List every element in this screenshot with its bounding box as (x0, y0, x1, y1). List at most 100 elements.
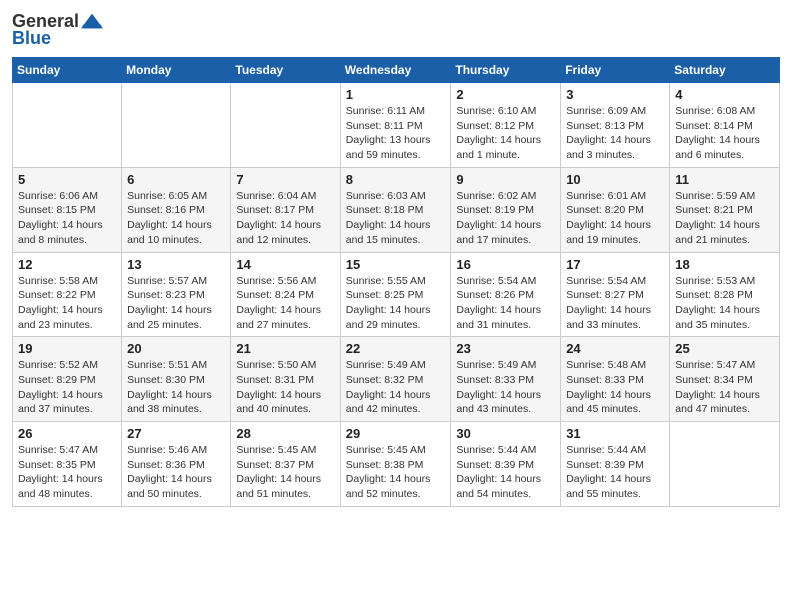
day-number: 27 (127, 426, 225, 441)
day-number: 28 (236, 426, 334, 441)
day-number: 5 (18, 172, 116, 187)
calendar-cell: 12 Sunrise: 5:58 AMSunset: 8:22 PMDayligh… (13, 252, 122, 337)
calendar-cell: 14 Sunrise: 5:56 AMSunset: 8:24 PMDayligh… (231, 252, 340, 337)
day-info: Sunrise: 6:11 AMSunset: 8:11 PMDaylight:… (346, 104, 446, 163)
calendar-cell: 31 Sunrise: 5:44 AMSunset: 8:39 PMDayligh… (561, 422, 670, 507)
day-number: 4 (675, 87, 774, 102)
day-info: Sunrise: 5:59 AMSunset: 8:21 PMDaylight:… (675, 189, 774, 248)
day-info: Sunrise: 5:55 AMSunset: 8:25 PMDaylight:… (346, 274, 446, 333)
calendar-cell: 30Sunrise: 5:44 AMSunset: 8:39 PMDayligh… (451, 422, 561, 507)
day-info: Sunrise: 5:47 AMSunset: 8:35 PMDaylight:… (18, 443, 116, 502)
calendar-cell: 7 Sunrise: 6:04 AMSunset: 8:17 PMDaylight… (231, 167, 340, 252)
calendar-cell: 9Sunrise: 6:02 AMSunset: 8:19 PMDaylight… (451, 167, 561, 252)
day-info: Sunrise: 5:44 AMSunset: 8:39 PMDaylight:… (566, 443, 664, 502)
day-info: Sunrise: 5:56 AMSunset: 8:24 PMDaylight:… (236, 274, 334, 333)
day-number: 31 (566, 426, 664, 441)
calendar-cell (13, 83, 122, 168)
day-info: Sunrise: 5:48 AMSunset: 8:33 PMDaylight:… (566, 358, 664, 417)
day-number: 1 (346, 87, 446, 102)
day-info: Sunrise: 6:08 AMSunset: 8:14 PMDaylight:… (675, 104, 774, 163)
calendar-cell: 15Sunrise: 5:55 AMSunset: 8:25 PMDayligh… (340, 252, 451, 337)
calendar-cell: 3 Sunrise: 6:09 AMSunset: 8:13 PMDaylight… (561, 83, 670, 168)
day-number: 24 (566, 341, 664, 356)
day-info: Sunrise: 5:46 AMSunset: 8:36 PMDaylight:… (127, 443, 225, 502)
day-info: Sunrise: 6:06 AMSunset: 8:15 PMDaylight:… (18, 189, 116, 248)
header: General Blue (12, 10, 780, 49)
calendar-cell (231, 83, 340, 168)
calendar-cell: 29 Sunrise: 5:45 AMSunset: 8:38 PMDayligh… (340, 422, 451, 507)
logo-icon (81, 10, 103, 32)
calendar-week-row: 19Sunrise: 5:52 AMSunset: 8:29 PMDayligh… (13, 337, 780, 422)
day-number: 30 (456, 426, 555, 441)
day-number: 7 (236, 172, 334, 187)
calendar-week-row: 5 Sunrise: 6:06 AMSunset: 8:15 PMDaylight… (13, 167, 780, 252)
day-number: 9 (456, 172, 555, 187)
day-info: Sunrise: 5:54 AMSunset: 8:27 PMDaylight:… (566, 274, 664, 333)
calendar-cell: 20 Sunrise: 5:51 AMSunset: 8:30 PMDayligh… (122, 337, 231, 422)
day-number: 18 (675, 257, 774, 272)
day-number: 29 (346, 426, 446, 441)
day-number: 11 (675, 172, 774, 187)
day-info: Sunrise: 5:51 AMSunset: 8:30 PMDaylight:… (127, 358, 225, 417)
calendar-cell: 16 Sunrise: 5:54 AMSunset: 8:26 PMDayligh… (451, 252, 561, 337)
day-info: Sunrise: 5:58 AMSunset: 8:22 PMDaylight:… (18, 274, 116, 333)
calendar-cell: 8Sunrise: 6:03 AMSunset: 8:18 PMDaylight… (340, 167, 451, 252)
calendar-cell: 28 Sunrise: 5:45 AMSunset: 8:37 PMDayligh… (231, 422, 340, 507)
day-number: 10 (566, 172, 664, 187)
day-number: 8 (346, 172, 446, 187)
calendar-cell: 2 Sunrise: 6:10 AMSunset: 8:12 PMDaylight… (451, 83, 561, 168)
calendar-cell: 1 Sunrise: 6:11 AMSunset: 8:11 PMDaylight… (340, 83, 451, 168)
calendar-cell: 24 Sunrise: 5:48 AMSunset: 8:33 PMDayligh… (561, 337, 670, 422)
day-info: Sunrise: 6:09 AMSunset: 8:13 PMDaylight:… (566, 104, 664, 163)
calendar-cell (670, 422, 780, 507)
day-number: 12 (18, 257, 116, 272)
calendar-cell: 21 Sunrise: 5:50 AMSunset: 8:31 PMDayligh… (231, 337, 340, 422)
day-number: 26 (18, 426, 116, 441)
day-number: 20 (127, 341, 225, 356)
calendar-cell (122, 83, 231, 168)
day-header-tuesday: Tuesday (231, 58, 340, 83)
calendar-cell: 26 Sunrise: 5:47 AMSunset: 8:35 PMDayligh… (13, 422, 122, 507)
calendar-table: SundayMondayTuesdayWednesdayThursdayFrid… (12, 57, 780, 507)
day-header-friday: Friday (561, 58, 670, 83)
day-info: Sunrise: 5:49 AMSunset: 8:32 PMDaylight:… (346, 358, 446, 417)
day-header-sunday: Sunday (13, 58, 122, 83)
calendar-header-row: SundayMondayTuesdayWednesdayThursdayFrid… (13, 58, 780, 83)
day-number: 2 (456, 87, 555, 102)
day-info: Sunrise: 5:45 AMSunset: 8:38 PMDaylight:… (346, 443, 446, 502)
day-info: Sunrise: 6:05 AMSunset: 8:16 PMDaylight:… (127, 189, 225, 248)
day-number: 17 (566, 257, 664, 272)
day-info: Sunrise: 5:53 AMSunset: 8:28 PMDaylight:… (675, 274, 774, 333)
day-header-saturday: Saturday (670, 58, 780, 83)
calendar-cell: 27 Sunrise: 5:46 AMSunset: 8:36 PMDayligh… (122, 422, 231, 507)
calendar-cell: 10 Sunrise: 6:01 AMSunset: 8:20 PMDayligh… (561, 167, 670, 252)
calendar-cell: 23Sunrise: 5:49 AMSunset: 8:33 PMDayligh… (451, 337, 561, 422)
day-header-wednesday: Wednesday (340, 58, 451, 83)
calendar-cell: 19Sunrise: 5:52 AMSunset: 8:29 PMDayligh… (13, 337, 122, 422)
day-info: Sunrise: 6:04 AMSunset: 8:17 PMDaylight:… (236, 189, 334, 248)
day-number: 19 (18, 341, 116, 356)
calendar-cell: 5 Sunrise: 6:06 AMSunset: 8:15 PMDaylight… (13, 167, 122, 252)
day-number: 22 (346, 341, 446, 356)
day-number: 14 (236, 257, 334, 272)
calendar-cell: 6 Sunrise: 6:05 AMSunset: 8:16 PMDaylight… (122, 167, 231, 252)
calendar-week-row: 12 Sunrise: 5:58 AMSunset: 8:22 PMDayligh… (13, 252, 780, 337)
day-info: Sunrise: 5:45 AMSunset: 8:37 PMDaylight:… (236, 443, 334, 502)
day-number: 13 (127, 257, 225, 272)
calendar-cell: 18 Sunrise: 5:53 AMSunset: 8:28 PMDayligh… (670, 252, 780, 337)
calendar-cell: 13Sunrise: 5:57 AMSunset: 8:23 PMDayligh… (122, 252, 231, 337)
logo: General Blue (12, 10, 103, 49)
day-number: 3 (566, 87, 664, 102)
day-info: Sunrise: 5:49 AMSunset: 8:33 PMDaylight:… (456, 358, 555, 417)
calendar-cell: 4 Sunrise: 6:08 AMSunset: 8:14 PMDaylight… (670, 83, 780, 168)
day-number: 16 (456, 257, 555, 272)
day-number: 6 (127, 172, 225, 187)
day-info: Sunrise: 5:54 AMSunset: 8:26 PMDaylight:… (456, 274, 555, 333)
calendar-cell: 17 Sunrise: 5:54 AMSunset: 8:27 PMDayligh… (561, 252, 670, 337)
calendar-cell: 22 Sunrise: 5:49 AMSunset: 8:32 PMDayligh… (340, 337, 451, 422)
day-number: 21 (236, 341, 334, 356)
day-info: Sunrise: 5:50 AMSunset: 8:31 PMDaylight:… (236, 358, 334, 417)
day-info: Sunrise: 6:10 AMSunset: 8:12 PMDaylight:… (456, 104, 555, 163)
calendar-week-row: 26 Sunrise: 5:47 AMSunset: 8:35 PMDayligh… (13, 422, 780, 507)
day-info: Sunrise: 6:01 AMSunset: 8:20 PMDaylight:… (566, 189, 664, 248)
